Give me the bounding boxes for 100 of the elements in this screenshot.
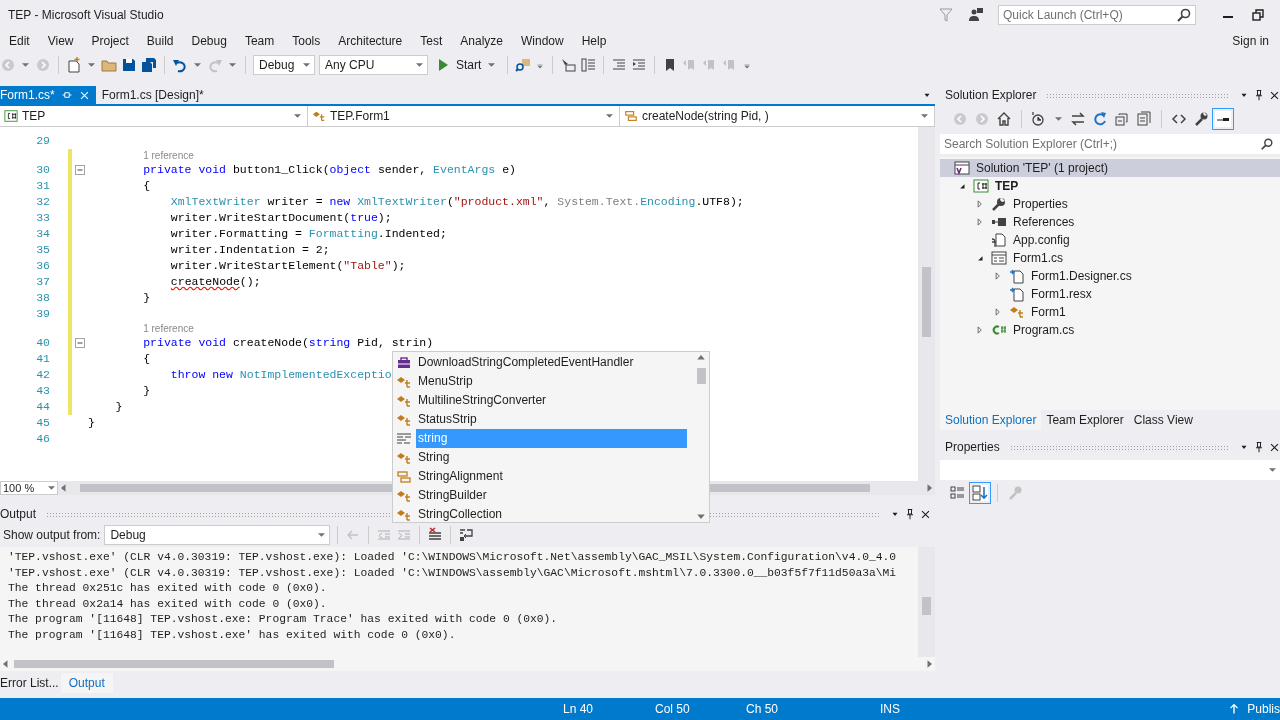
collapse-icon[interactable] bbox=[72, 162, 88, 178]
scrollbar[interactable] bbox=[918, 127, 935, 481]
caret-icon[interactable] bbox=[229, 63, 236, 67]
indent-icon[interactable] bbox=[611, 57, 628, 73]
sign-in-link[interactable]: Sign in bbox=[1232, 34, 1269, 48]
copy-icon[interactable] bbox=[1136, 111, 1152, 127]
menu-item[interactable]: Help bbox=[572, 34, 616, 48]
clear-all-icon[interactable] bbox=[427, 527, 444, 543]
panel-tab[interactable]: Error List... bbox=[0, 673, 61, 693]
configuration-dropdown[interactable]: Debug bbox=[253, 55, 315, 75]
close-icon[interactable] bbox=[920, 508, 931, 520]
pin-icon[interactable] bbox=[1253, 441, 1265, 453]
panel-tab[interactable]: Output bbox=[60, 673, 113, 693]
menu-item[interactable]: Architecture bbox=[329, 34, 412, 48]
comment-icon[interactable] bbox=[631, 57, 648, 73]
publish-button[interactable]: Publis bbox=[1247, 702, 1280, 716]
new-project-icon[interactable] bbox=[66, 57, 82, 73]
home-icon[interactable] bbox=[996, 111, 1012, 127]
feedback-icon[interactable] bbox=[968, 7, 984, 23]
navigation-dropdown[interactable]: createNode(string Pid, ) bbox=[620, 106, 935, 126]
caret-icon[interactable] bbox=[88, 63, 95, 67]
tree-item[interactable]: Form1.resx bbox=[940, 285, 1280, 303]
caret-icon bbox=[416, 63, 423, 67]
menu-item[interactable]: Tools bbox=[283, 34, 330, 48]
menu-item[interactable]: Build bbox=[137, 34, 183, 48]
platform-dropdown[interactable]: Any CPU bbox=[319, 55, 428, 75]
tree-item[interactable]: App.config bbox=[940, 231, 1280, 249]
enum-icon bbox=[396, 468, 412, 485]
menu-item[interactable]: Project bbox=[82, 34, 138, 48]
reference-count[interactable]: 1 reference bbox=[143, 323, 194, 334]
sync-icon[interactable] bbox=[1070, 111, 1086, 127]
history-icon[interactable] bbox=[1031, 111, 1047, 127]
start-button[interactable]: Start bbox=[432, 55, 501, 75]
pin-icon[interactable] bbox=[1253, 89, 1265, 101]
quick-launch-field[interactable]: Quick Launch (Ctrl+Q) bbox=[998, 5, 1196, 25]
line-number: 32 bbox=[35, 194, 50, 210]
save-all-icon[interactable] bbox=[141, 57, 157, 73]
categorized-icon[interactable] bbox=[950, 485, 966, 501]
completion-item[interactable]: String bbox=[393, 448, 693, 467]
caret-icon[interactable] bbox=[194, 63, 201, 67]
document-tab[interactable]: Form1.cs [Design]* bbox=[95, 86, 210, 104]
columns-icon[interactable] bbox=[580, 57, 597, 73]
wrench-icon bbox=[991, 196, 1007, 212]
completion-item[interactable]: StringAlignment bbox=[393, 467, 693, 486]
tree-item[interactable]: TEP bbox=[940, 177, 1280, 195]
line-number: 44 bbox=[35, 399, 50, 415]
panel-tab[interactable]: Class View bbox=[1128, 410, 1198, 430]
collapse-arrow-icon[interactable] bbox=[975, 253, 985, 263]
pin-icon[interactable] bbox=[904, 508, 916, 520]
collapse-arrow-icon[interactable] bbox=[957, 181, 967, 191]
find-icon[interactable] bbox=[515, 57, 532, 73]
navigation-dropdown[interactable]: TEP bbox=[0, 106, 308, 126]
scrollbar-thumb[interactable] bbox=[696, 368, 706, 384]
collapse-icon[interactable] bbox=[72, 335, 88, 351]
panel-tab[interactable]: Solution Explorer bbox=[940, 410, 1042, 430]
menu-item[interactable]: Team bbox=[235, 34, 284, 48]
completion-item[interactable]: StringCollection bbox=[393, 505, 693, 524]
step-icon[interactable] bbox=[560, 57, 577, 73]
close-icon[interactable] bbox=[1269, 441, 1280, 453]
word-wrap-icon[interactable] bbox=[458, 527, 475, 543]
scrollbar[interactable] bbox=[918, 547, 935, 657]
output-source-dropdown[interactable]: Debug bbox=[104, 525, 331, 545]
preview-icon[interactable] bbox=[1215, 111, 1231, 127]
wrench-icon[interactable] bbox=[1193, 111, 1209, 127]
caret-icon[interactable] bbox=[22, 63, 29, 67]
search-field[interactable]: Search Solution Explorer (Ctrl+;) bbox=[940, 134, 1280, 154]
tree-item[interactable]: Form1.Designer.cs bbox=[940, 267, 1280, 285]
menu-item[interactable]: Edit bbox=[0, 34, 39, 48]
menu-item[interactable]: Test bbox=[411, 34, 452, 48]
menu-item[interactable]: View bbox=[38, 34, 83, 48]
completion-item[interactable]: DownloadStringCompletedEventHandler bbox=[393, 353, 693, 372]
completion-item[interactable]: MenuStrip bbox=[393, 372, 693, 391]
tree-item[interactable]: References bbox=[940, 213, 1280, 231]
completion-item[interactable]: StringBuilder bbox=[393, 486, 693, 505]
tree-item[interactable]: Solution 'TEP' (1 project) bbox=[940, 159, 1280, 177]
restore-icon[interactable] bbox=[1250, 7, 1266, 23]
close-icon[interactable] bbox=[1269, 89, 1280, 101]
code-line: XmlTextWriter writer = new XmlTextWriter("product.xml", System.Text.Encoding.UTF8); bbox=[169, 195, 744, 208]
panel-tab[interactable]: Team Explorer bbox=[1041, 410, 1129, 430]
tree-item[interactable]: Properties bbox=[940, 195, 1280, 213]
menu-item[interactable]: Debug bbox=[182, 34, 236, 48]
output-line: The program '[11648] TEP.vshost.exe' has exited with code 0 (0x0). bbox=[8, 627, 457, 643]
save-icon[interactable] bbox=[121, 57, 137, 73]
tree-item[interactable]: Form1.cs bbox=[940, 249, 1280, 267]
code-line: { bbox=[142, 352, 151, 365]
undo-icon[interactable] bbox=[172, 57, 188, 73]
tree-item[interactable]: Form1 bbox=[940, 303, 1280, 321]
sort-icon[interactable] bbox=[972, 485, 988, 501]
collapse-all-icon[interactable] bbox=[1114, 111, 1130, 127]
menu-item[interactable]: Analyze bbox=[451, 34, 512, 48]
reference-count[interactable]: 1 reference bbox=[143, 150, 194, 161]
zoom-dropdown[interactable]: 100 % bbox=[0, 481, 58, 495]
menu-item[interactable]: Window bbox=[512, 34, 573, 48]
expand-arrow-icon[interactable] bbox=[993, 271, 1003, 281]
completion-item[interactable]: StatusStrip bbox=[393, 410, 693, 429]
refresh-icon[interactable] bbox=[1092, 111, 1108, 127]
navigation-dropdown[interactable]: TEP.Form1 bbox=[308, 106, 620, 126]
tree-item[interactable]: Program.cs bbox=[940, 321, 1280, 339]
completion-item[interactable]: MultilineStringConverter bbox=[393, 391, 693, 410]
caret-icon[interactable] bbox=[1055, 117, 1062, 121]
